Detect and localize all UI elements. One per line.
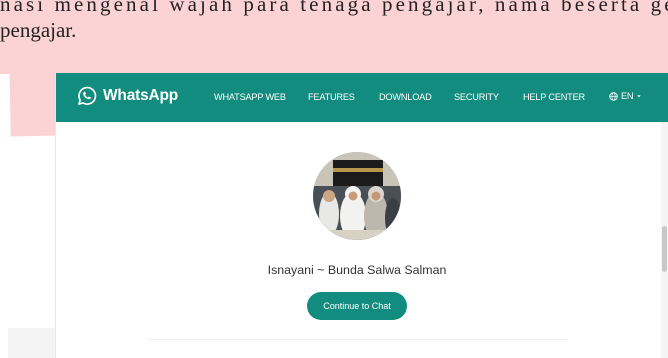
nav-help-center[interactable]: HELP CENTER: [523, 92, 585, 102]
globe-icon: [609, 91, 618, 101]
continue-to-chat-button[interactable]: Continue to Chat: [307, 292, 407, 320]
language-label: EN: [621, 91, 634, 101]
whatsapp-logo-icon: [78, 86, 97, 105]
profile-photo-image: [313, 152, 401, 240]
document-line-1: nasi mengenal wajah para tenaga pengajar…: [0, 0, 668, 16]
highlight-strip: [9, 59, 57, 137]
whatsapp-logo[interactable]: WhatsApp: [76, 85, 178, 107]
nav-whatsapp-web[interactable]: WHATSAPP WEB: [214, 92, 286, 102]
nav-features[interactable]: FEATURES: [308, 92, 355, 102]
scrollbar[interactable]: [661, 122, 668, 358]
document-text: nasi mengenal wajah para tenaga pengajar…: [0, 0, 668, 43]
top-navigation: WhatsApp WHATSAPP WEB FEATURES DOWNLOAD …: [56, 73, 668, 122]
caret-down-icon: [637, 95, 642, 98]
nav-security[interactable]: SECURITY: [454, 92, 499, 102]
scrollbar-thumb[interactable]: [662, 226, 667, 272]
document-line-2: pengajar.: [0, 18, 77, 42]
profile-photo: [313, 152, 401, 240]
whatsapp-screenshot: WhatsApp WHATSAPP WEB FEATURES DOWNLOAD …: [56, 73, 668, 358]
nav-download[interactable]: DOWNLOAD: [379, 92, 432, 102]
page-margin-block: [8, 328, 56, 358]
logo-text: WhatsApp: [103, 87, 179, 104]
language-selector[interactable]: EN: [609, 91, 642, 101]
contact-name: Isnayani ~ Bunda Salwa Salman: [267, 263, 447, 277]
divider: [148, 339, 568, 340]
